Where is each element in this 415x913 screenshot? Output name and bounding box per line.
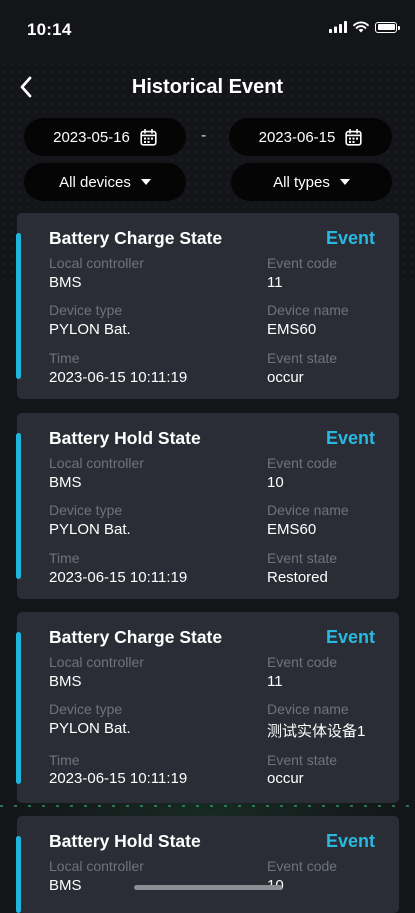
calendar-icon — [140, 128, 157, 146]
event-state-label: Event state — [267, 752, 338, 768]
event-title: Battery Hold State — [49, 428, 201, 448]
local-controller-label: Local controller — [49, 654, 144, 670]
event-code-label: Event code — [267, 455, 338, 471]
status-bar: 10:14 — [0, 0, 415, 56]
device-type-value: PYLON Bat. — [49, 720, 131, 737]
device-type-label: Device type — [49, 302, 123, 318]
event-title: Battery Charge State — [49, 627, 223, 647]
time-value: 2023-06-15 10:11:19 — [49, 369, 188, 386]
card-accent-bar — [16, 836, 21, 913]
start-date-picker[interactable]: 2023-05-16 — [24, 118, 186, 156]
time-value: 2023-06-15 10:11:19 — [49, 770, 188, 787]
signal-icon — [329, 21, 347, 33]
card-accent-bar — [16, 433, 21, 579]
card-accent-bar — [16, 632, 21, 784]
home-indicator[interactable] — [134, 885, 282, 890]
device-filter-dropdown[interactable]: All devices — [24, 163, 186, 201]
event-card[interactable]: Battery Charge State Event Local control… — [16, 213, 399, 399]
end-date-picker[interactable]: 2023-06-15 — [229, 118, 392, 156]
status-icons — [329, 21, 400, 33]
event-code-label: Event code — [267, 858, 338, 874]
device-name-label: Device name — [267, 302, 349, 318]
battery-icon — [375, 21, 400, 33]
start-date-value: 2023-05-16 — [53, 128, 130, 146]
status-time: 10:14 — [27, 20, 72, 39]
device-name-value: EMS60 — [267, 321, 317, 338]
device-filter-value: All devices — [59, 173, 131, 191]
event-tag: Event — [325, 228, 375, 248]
local-controller-value: BMS — [49, 274, 82, 291]
device-name-value: 测试实体设备1 — [267, 723, 366, 740]
date-range-separator: - — [201, 127, 207, 144]
local-controller-value: BMS — [49, 877, 82, 894]
page-title: Historical Event — [131, 76, 284, 98]
calendar-icon — [345, 128, 362, 146]
event-tag: Event — [325, 627, 375, 647]
event-state-value: Restored — [267, 569, 328, 586]
type-filter-value: All types — [273, 173, 330, 191]
type-filter-dropdown[interactable]: All types — [231, 163, 392, 201]
local-controller-label: Local controller — [49, 858, 144, 874]
device-name-label: Device name — [267, 701, 349, 717]
event-state-label: Event state — [267, 350, 338, 366]
event-state-value: occur — [267, 369, 304, 386]
time-label: Time — [49, 752, 80, 768]
device-name-label: Device name — [267, 502, 349, 518]
event-state-value: occur — [267, 770, 304, 787]
event-card[interactable]: Battery Hold State Event Local controlle… — [16, 413, 399, 599]
device-name-value: EMS60 — [267, 521, 317, 538]
device-type-value: PYLON Bat. — [49, 521, 131, 538]
event-code-label: Event code — [267, 654, 338, 670]
device-type-label: Device type — [49, 701, 123, 717]
event-tag: Event — [325, 428, 375, 448]
event-code-value: 11 — [267, 673, 283, 690]
event-code-label: Event code — [267, 255, 338, 271]
time-label: Time — [49, 350, 80, 366]
local-controller-label: Local controller — [49, 455, 144, 471]
caret-down-icon — [339, 179, 350, 185]
time-label: Time — [49, 550, 80, 566]
local-controller-label: Local controller — [49, 255, 144, 271]
event-code-value: 10 — [267, 474, 284, 491]
background-dashed-line — [0, 805, 415, 807]
event-title: Battery Hold State — [49, 831, 201, 851]
device-type-label: Device type — [49, 502, 123, 518]
event-tag: Event — [325, 831, 375, 851]
end-date-value: 2023-06-15 — [258, 128, 336, 146]
caret-down-icon — [140, 179, 151, 185]
event-state-label: Event state — [267, 550, 338, 566]
event-card[interactable]: Battery Hold State Event Local controlle… — [16, 816, 399, 913]
time-value: 2023-06-15 10:11:19 — [49, 569, 188, 586]
wifi-icon — [353, 21, 369, 33]
event-card[interactable]: Battery Charge State Event Local control… — [16, 612, 399, 803]
device-type-value: PYLON Bat. — [49, 321, 131, 338]
navigation-bar: Historical Event — [0, 64, 415, 110]
local-controller-value: BMS — [49, 673, 82, 690]
event-title: Battery Charge State — [49, 228, 223, 248]
card-accent-bar — [16, 233, 21, 379]
event-code-value: 11 — [267, 274, 283, 291]
local-controller-value: BMS — [49, 474, 82, 491]
